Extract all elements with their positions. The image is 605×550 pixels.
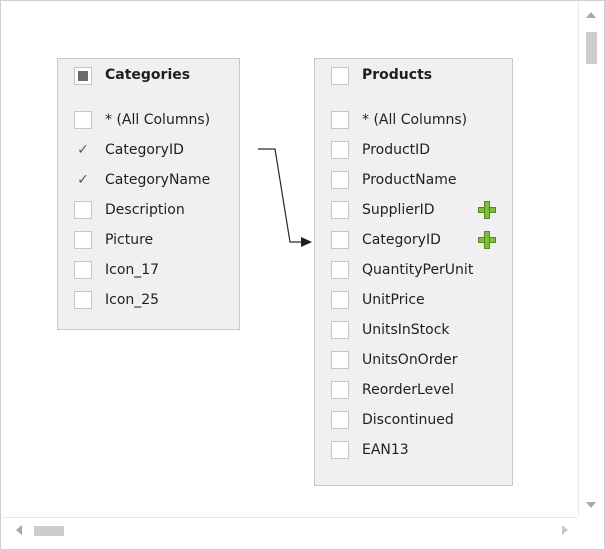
scroll-up-arrow-icon[interactable] <box>586 12 596 18</box>
column-row[interactable]: ✓ CategoryID <box>58 135 239 165</box>
column-row[interactable]: CategoryID <box>315 225 512 255</box>
column-label: ProductName <box>362 172 457 188</box>
table-categories[interactable]: Categories * (All Columns) ✓ CategoryID … <box>57 58 240 330</box>
column-checkbox[interactable] <box>331 321 349 339</box>
column-checkbox[interactable] <box>331 141 349 159</box>
column-row[interactable]: Discontinued <box>315 405 512 435</box>
column-checkbox[interactable] <box>74 291 92 309</box>
column-row[interactable]: Picture <box>58 225 239 255</box>
column-checkbox[interactable] <box>74 231 92 249</box>
column-label: EAN13 <box>362 442 409 458</box>
column-label: Discontinued <box>362 412 454 428</box>
table-title: Categories <box>105 67 191 83</box>
column-label: UnitsOnOrder <box>362 352 458 368</box>
column-label: SupplierID <box>362 202 435 218</box>
column-checkbox[interactable] <box>74 261 92 279</box>
table-products[interactable]: Products * (All Columns) ProductID Produ… <box>314 58 513 486</box>
column-checkbox[interactable] <box>331 201 349 219</box>
checkmark-icon: ✓ <box>77 172 89 188</box>
column-row[interactable]: ✓ CategoryName <box>58 165 239 195</box>
column-row[interactable]: * (All Columns) <box>315 105 512 135</box>
column-row[interactable]: UnitPrice <box>315 285 512 315</box>
column-checkbox[interactable] <box>331 231 349 249</box>
horizontal-scrollbar[interactable] <box>2 517 578 549</box>
column-row[interactable]: EAN13 <box>315 435 512 465</box>
column-label: UnitsInStock <box>362 322 450 338</box>
column-row[interactable]: Description <box>58 195 239 225</box>
table-header-products[interactable]: Products <box>315 61 512 91</box>
horizontal-scroll-thumb[interactable] <box>34 526 64 536</box>
vertical-scrollbar[interactable] <box>578 2 604 516</box>
scrollbar-corner <box>579 518 604 549</box>
column-label: Picture <box>105 232 154 248</box>
column-row[interactable]: SupplierID <box>315 195 512 225</box>
column-row[interactable]: UnitsInStock <box>315 315 512 345</box>
column-checkbox[interactable] <box>331 111 349 129</box>
column-row[interactable]: UnitsOnOrder <box>315 345 512 375</box>
column-checkbox[interactable] <box>74 111 92 129</box>
column-label: UnitPrice <box>362 292 425 308</box>
column-row[interactable]: QuantityPerUnit <box>315 255 512 285</box>
column-label: CategoryName <box>105 172 211 188</box>
table-header-categories[interactable]: Categories <box>58 61 239 91</box>
scroll-right-arrow-icon[interactable] <box>562 525 568 535</box>
column-checkbox[interactable]: ✓ <box>74 171 92 189</box>
column-row[interactable]: ReorderLevel <box>315 375 512 405</box>
table-select-all-checkbox[interactable] <box>74 67 92 85</box>
diagram-canvas[interactable]: Categories * (All Columns) ✓ CategoryID … <box>2 2 577 516</box>
column-label: Icon_25 <box>105 292 160 308</box>
column-checkbox[interactable] <box>331 381 349 399</box>
plus-key-icon <box>478 231 496 249</box>
column-row[interactable]: * (All Columns) <box>58 105 239 135</box>
column-checkbox[interactable] <box>331 171 349 189</box>
column-label: ReorderLevel <box>362 382 454 398</box>
column-label: CategoryID <box>362 232 441 248</box>
column-checkbox[interactable] <box>331 441 349 459</box>
arrowhead-icon <box>301 237 312 247</box>
column-checkbox[interactable]: ✓ <box>74 141 92 159</box>
column-label: * (All Columns) <box>362 112 468 128</box>
column-label: Icon_17 <box>105 262 160 278</box>
column-row[interactable]: ProductID <box>315 135 512 165</box>
column-checkbox[interactable] <box>331 291 349 309</box>
column-label: Description <box>105 202 185 218</box>
table-select-all-checkbox[interactable] <box>331 67 349 85</box>
query-designer-panel: Categories * (All Columns) ✓ CategoryID … <box>0 0 605 550</box>
scroll-down-arrow-icon[interactable] <box>586 502 596 508</box>
checkmark-icon: ✓ <box>77 142 89 158</box>
column-row[interactable]: ProductName <box>315 165 512 195</box>
column-row[interactable]: Icon_25 <box>58 285 239 315</box>
column-label: CategoryID <box>105 142 184 158</box>
column-row[interactable]: Icon_17 <box>58 255 239 285</box>
vertical-scroll-thumb[interactable] <box>586 32 597 64</box>
column-checkbox[interactable] <box>74 201 92 219</box>
column-checkbox[interactable] <box>331 261 349 279</box>
column-label: * (All Columns) <box>105 112 211 128</box>
column-checkbox[interactable] <box>331 411 349 429</box>
column-label: ProductID <box>362 142 431 158</box>
column-label: QuantityPerUnit <box>362 262 474 278</box>
scroll-left-arrow-icon[interactable] <box>16 525 22 535</box>
table-title: Products <box>362 67 433 83</box>
plus-key-icon <box>478 201 496 219</box>
column-checkbox[interactable] <box>331 351 349 369</box>
partial-check-icon <box>78 71 88 81</box>
